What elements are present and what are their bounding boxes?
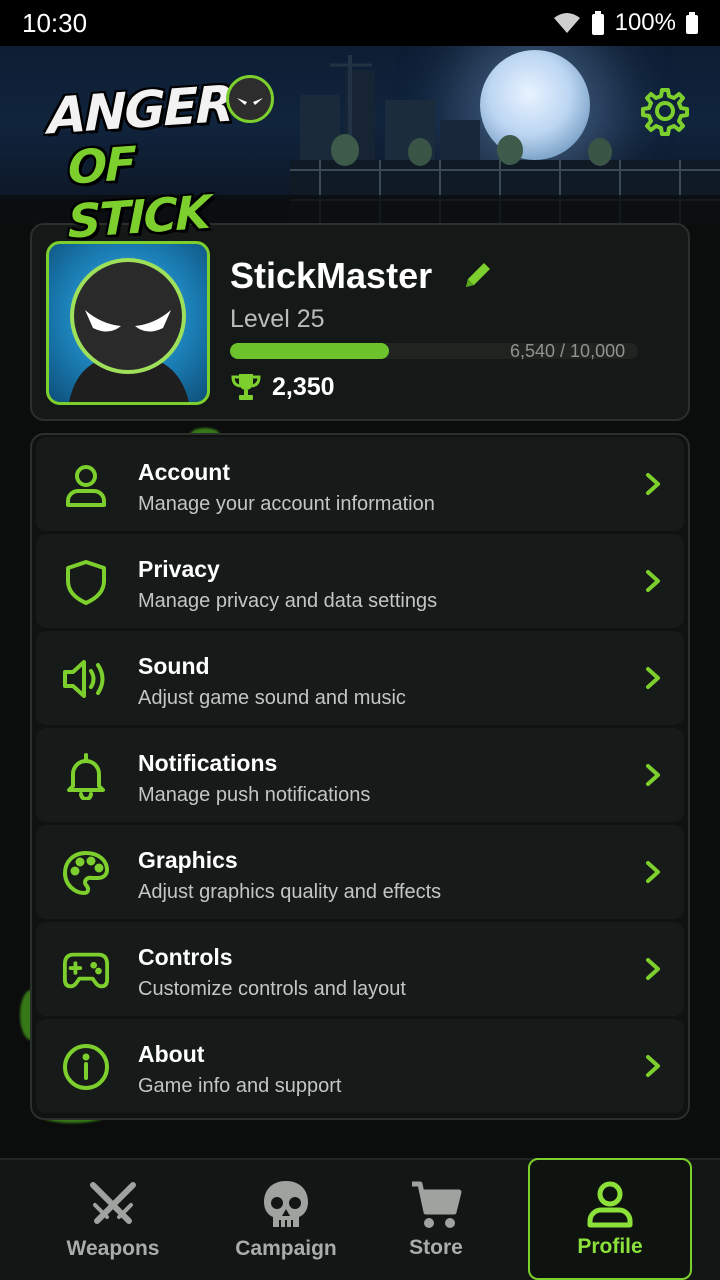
menu-item-subtitle: Adjust graphics quality and effects (138, 881, 442, 903)
menu-item-subtitle: Manage your account information (138, 493, 435, 515)
menu-item-subtitle: Game info and support (138, 1075, 342, 1097)
menu-item-title: Controls (138, 944, 233, 970)
xp-progress-text: 6,540 / 10,000 (510, 341, 626, 361)
nav-tab-store[interactable]: Store (346, 1160, 526, 1280)
menu-item-title: Privacy (138, 556, 220, 582)
logo-line-2: OF STICK (68, 136, 210, 249)
menu-item-about[interactable]: About Game info and support (36, 1019, 684, 1113)
menu-item-account[interactable]: Account Manage your account information (36, 437, 684, 531)
player-level: Level 25 (230, 305, 325, 333)
status-bar: 10:30 100% (0, 0, 720, 46)
stick-head-icon (226, 75, 274, 123)
menu-item-controls[interactable]: Controls Customize controls and layout (36, 922, 684, 1016)
chevron-right-icon (640, 956, 666, 982)
chevron-right-icon (640, 859, 666, 885)
edit-username-button[interactable] (460, 257, 496, 293)
nav-tab-label: Campaign (235, 1237, 337, 1260)
battery-icon (686, 12, 698, 34)
wifi-icon (553, 13, 580, 33)
status-time: 10:30 (22, 7, 88, 38)
nav-tab-campaign[interactable]: Campaign (226, 1160, 346, 1280)
nav-tab-profile[interactable]: Profile (528, 1158, 692, 1280)
status-icons: 100% (553, 9, 698, 37)
settings-menu: Account Manage your account information … (30, 433, 690, 1120)
menu-item-privacy[interactable]: Privacy Manage privacy and data settings (36, 534, 684, 628)
menu-item-graphics[interactable]: Graphics Adjust graphics quality and eff… (36, 825, 684, 919)
nav-tab-label: Weapons (66, 1237, 160, 1260)
nav-tab-label: Profile (577, 1235, 643, 1258)
battery-percent: 100% (614, 9, 676, 36)
xp-progress-fill (230, 343, 390, 359)
trophy-icon (231, 374, 261, 400)
menu-item-subtitle: Adjust game sound and music (138, 687, 406, 709)
menu-item-subtitle: Manage push notifications (138, 784, 371, 806)
pencil-icon (466, 263, 490, 287)
gear-icon (641, 88, 689, 136)
shield-icon (62, 558, 110, 606)
gamepad-icon (62, 946, 110, 994)
avatar[interactable] (46, 241, 210, 405)
menu-item-title: Sound (138, 653, 210, 679)
nav-tab-weapons[interactable]: Weapons (0, 1160, 226, 1280)
stickman-avatar-image (69, 258, 189, 402)
chevron-right-icon (640, 568, 666, 594)
crossed-swords-icon (90, 1182, 136, 1224)
skull-icon (264, 1181, 308, 1227)
username: StickMaster (230, 255, 433, 296)
chevron-right-icon (640, 762, 666, 788)
menu-item-title: About (138, 1041, 205, 1067)
battery-icon (591, 11, 604, 35)
menu-item-title: Notifications (138, 750, 278, 776)
menu-item-notifications[interactable]: Notifications Manage push notifications (36, 728, 684, 822)
menu-item-sound[interactable]: Sound Adjust game sound and music (36, 631, 684, 725)
bottom-navigation: Weapons Campaign Store Profile (0, 1158, 720, 1280)
bell-icon (62, 752, 110, 800)
chevron-right-icon (640, 665, 666, 691)
info-icon (62, 1043, 110, 1091)
trophy-count: 2,350 (272, 373, 335, 401)
chevron-right-icon (640, 471, 666, 497)
settings-button[interactable] (638, 84, 692, 138)
menu-item-subtitle: Customize controls and layout (138, 978, 406, 1000)
menu-item-title: Account (138, 459, 230, 485)
chevron-right-icon (640, 1053, 666, 1079)
palette-icon (62, 849, 110, 897)
profile-card: StickMaster Level 25 6,540 / 10,000 2,35… (30, 223, 690, 421)
speaker-icon (62, 655, 110, 703)
game-logo: ANGER OF STICK (48, 75, 288, 249)
user-icon (587, 1181, 633, 1228)
menu-item-subtitle: Manage privacy and data settings (138, 590, 438, 612)
nav-tab-label: Store (409, 1236, 463, 1259)
cart-icon (412, 1181, 462, 1228)
menu-item-title: Graphics (138, 847, 238, 873)
user-icon (62, 461, 110, 509)
